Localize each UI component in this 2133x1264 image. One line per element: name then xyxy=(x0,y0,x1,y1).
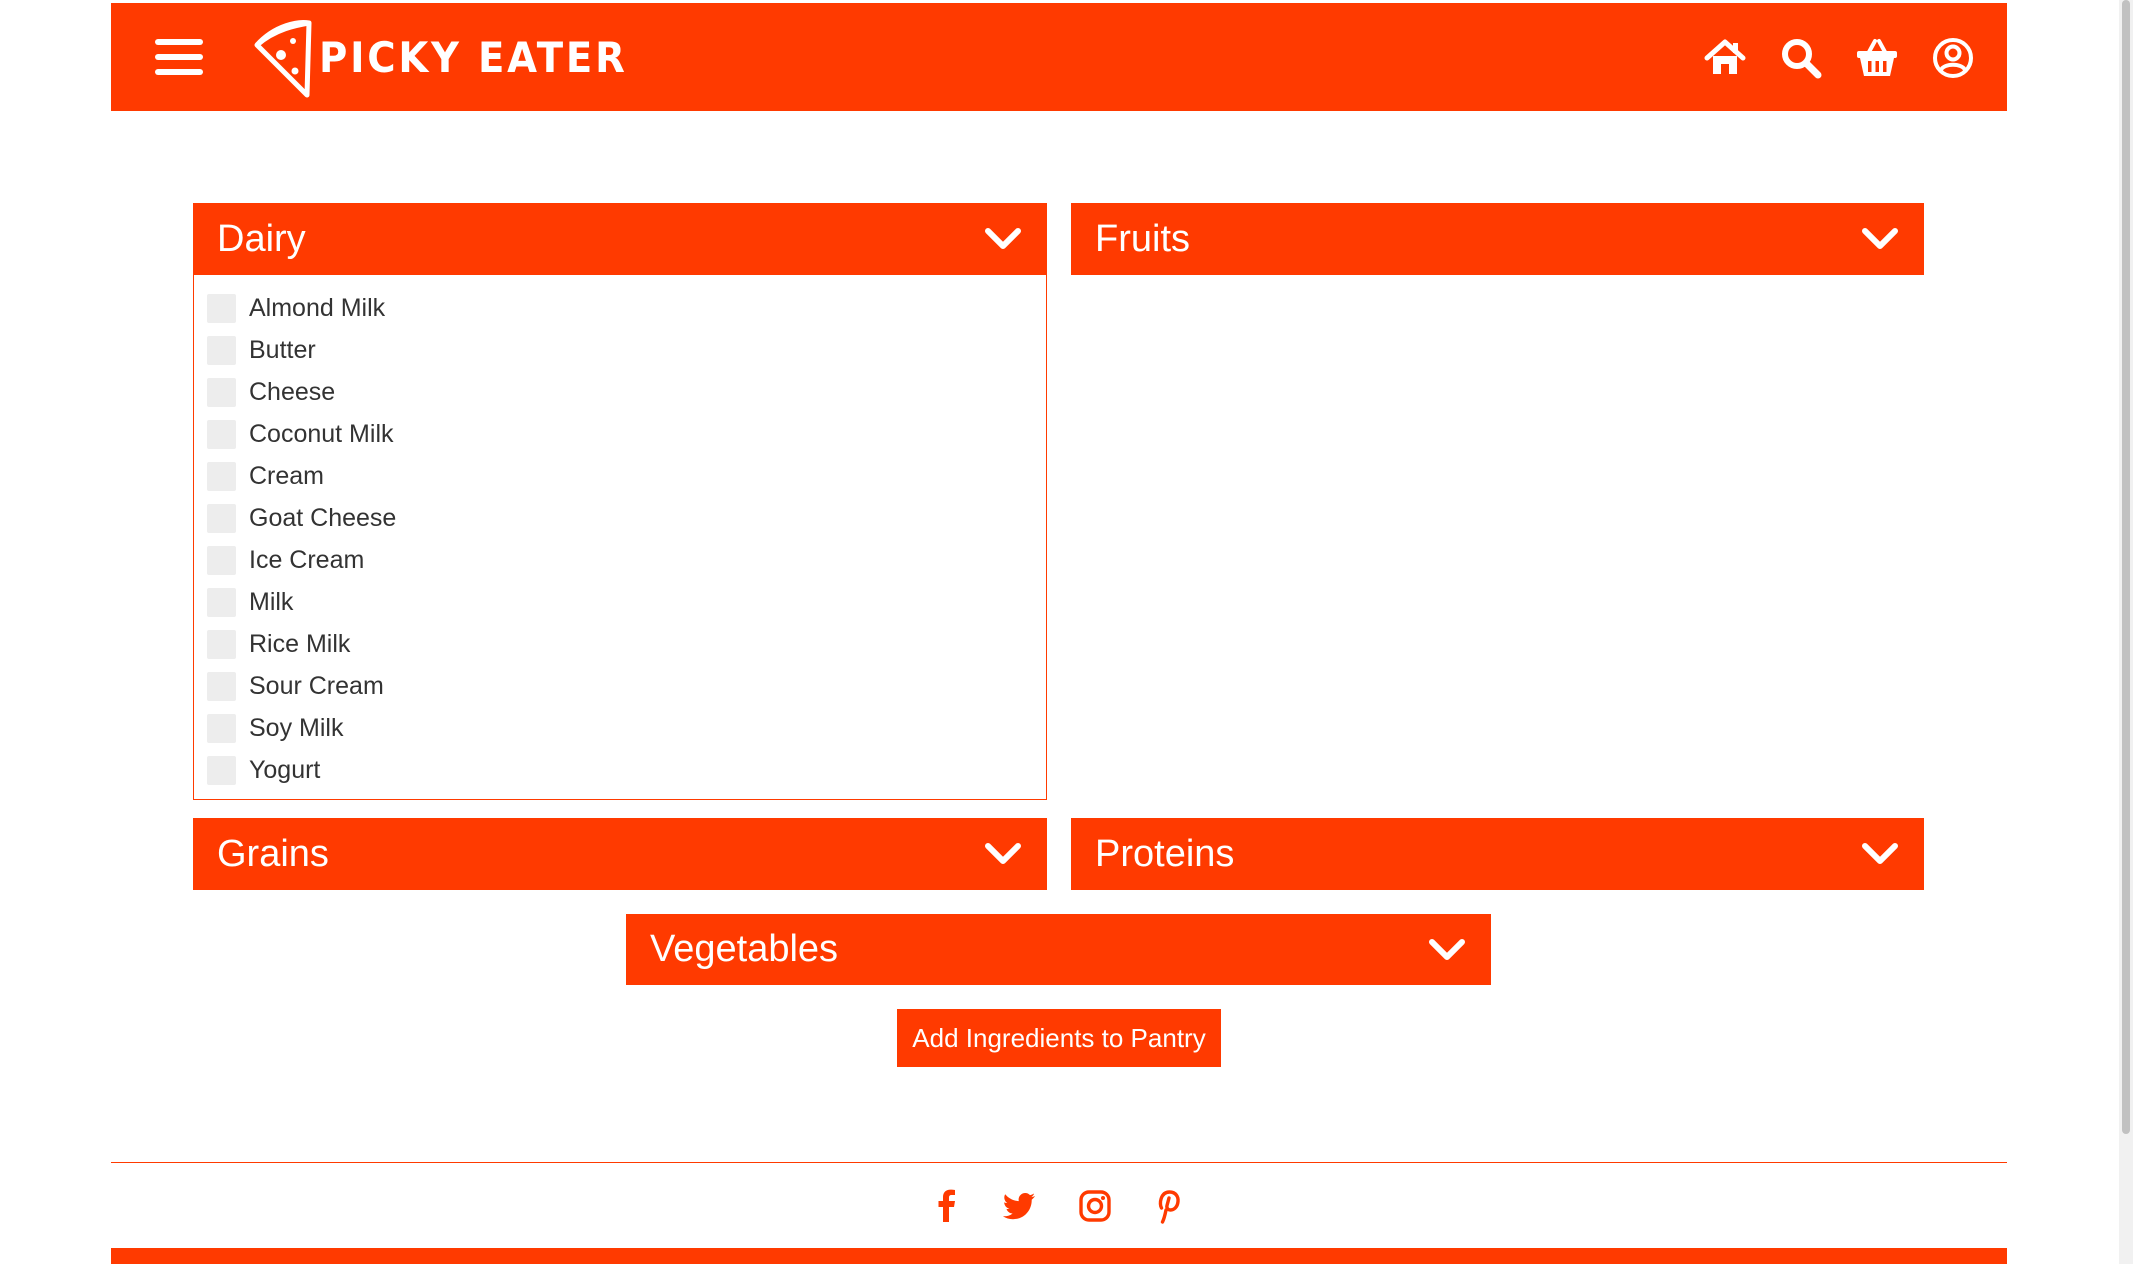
ingredient-option[interactable]: Rice Milk xyxy=(207,623,1046,665)
brand-name: PICKY EATER xyxy=(319,32,628,82)
chevron-down-icon xyxy=(983,840,1023,868)
ingredient-option[interactable]: Yogurt xyxy=(207,749,1046,791)
ingredient-label: Milk xyxy=(249,587,294,616)
ingredient-checkbox[interactable] xyxy=(207,629,236,659)
ingredient-checkbox[interactable] xyxy=(207,713,236,743)
vegetables-panel-title: Vegetables xyxy=(650,928,839,970)
ingredient-checkbox[interactable] xyxy=(207,671,236,701)
instagram-icon xyxy=(1079,1190,1111,1222)
twitter-link[interactable] xyxy=(1001,1188,1037,1224)
ingredient-checkbox[interactable] xyxy=(207,545,236,575)
dairy-panel-header[interactable]: Dairy xyxy=(193,203,1047,275)
ingredient-label: Cream xyxy=(249,461,325,490)
dairy-panel: Dairy Almond Milk Butter Cheese Coconut Mil… xyxy=(193,203,1047,800)
facebook-link[interactable] xyxy=(929,1188,965,1224)
ingredient-label: Goat Cheese xyxy=(249,503,397,532)
search-icon xyxy=(1782,39,1822,79)
menu-button[interactable] xyxy=(155,37,203,77)
ingredient-label: Ice Cream xyxy=(249,545,365,574)
basket-button[interactable] xyxy=(1855,36,1899,80)
grains-panel: Grains xyxy=(193,818,1047,890)
pinterest-link[interactable] xyxy=(1150,1188,1186,1224)
proteins-panel-header[interactable]: Proteins xyxy=(1071,818,1924,890)
chevron-down-icon xyxy=(983,225,1023,253)
proteins-panel-title: Proteins xyxy=(1095,832,1235,875)
grains-panel-title: Grains xyxy=(217,832,329,875)
chevron-down-icon xyxy=(1860,225,1900,253)
ingredient-checkbox[interactable] xyxy=(207,755,236,785)
ingredient-option[interactable]: Milk xyxy=(207,581,1046,623)
ingredient-option[interactable]: Almond Milk xyxy=(207,287,1046,329)
user-icon xyxy=(1933,38,1973,78)
chevron-down-icon xyxy=(1860,840,1900,868)
grains-panel-header[interactable]: Grains xyxy=(193,818,1047,890)
ingredient-checkbox[interactable] xyxy=(207,503,236,533)
footer-bar xyxy=(111,1248,2007,1264)
ingredient-option[interactable]: Butter xyxy=(207,329,1046,371)
ingredient-checkbox[interactable] xyxy=(207,377,236,407)
ingredient-option[interactable]: Cheese xyxy=(207,371,1046,413)
ingredient-label: Rice Milk xyxy=(249,629,351,658)
chevron-down-icon xyxy=(1427,936,1467,964)
add-to-pantry-button[interactable]: Add Ingredients to Pantry xyxy=(897,1009,1221,1067)
facebook-icon xyxy=(938,1189,955,1222)
dairy-panel-title: Dairy xyxy=(217,217,306,260)
ingredient-label: Almond Milk xyxy=(249,293,386,322)
ingredient-option[interactable]: Goat Cheese xyxy=(207,497,1046,539)
ingredient-option[interactable]: Cream xyxy=(207,455,1046,497)
menu-icon xyxy=(155,39,203,45)
ingredient-option[interactable]: Coconut Milk xyxy=(207,413,1046,455)
vegetables-panel: Vegetables xyxy=(626,914,1491,985)
ingredient-option[interactable]: Soy Milk xyxy=(207,707,1046,749)
ingredient-label: Soy Milk xyxy=(249,713,344,742)
brand-logo[interactable]: PICKY EATER xyxy=(247,15,654,99)
footer-divider xyxy=(111,1162,2007,1163)
pizza-slice-icon xyxy=(254,20,312,98)
ingredient-option[interactable]: Sour Cream xyxy=(207,665,1046,707)
ingredient-label: Butter xyxy=(249,335,316,364)
twitter-icon xyxy=(1002,1193,1035,1220)
fruits-panel: Fruits xyxy=(1071,203,1924,275)
ingredient-label: Cheese xyxy=(249,377,336,406)
ingredient-checkbox[interactable] xyxy=(207,335,236,365)
ingredient-checkbox[interactable] xyxy=(207,461,236,491)
ingredient-label: Coconut Milk xyxy=(249,419,394,448)
ingredient-label: Sour Cream xyxy=(249,671,384,700)
fruits-panel-title: Fruits xyxy=(1095,217,1190,260)
ingredient-checkbox[interactable] xyxy=(207,587,236,617)
vegetables-panel-header[interactable]: Vegetables xyxy=(626,914,1491,985)
ingredient-label: Yogurt xyxy=(249,755,321,784)
pinterest-icon xyxy=(1158,1190,1180,1224)
proteins-panel: Proteins xyxy=(1071,818,1924,890)
account-button[interactable] xyxy=(1931,36,1975,80)
ingredient-checkbox[interactable] xyxy=(207,419,236,449)
basket-icon xyxy=(1857,39,1897,76)
search-button[interactable] xyxy=(1779,36,1823,80)
ingredient-option[interactable]: Ice Cream xyxy=(207,539,1046,581)
fruits-panel-header[interactable]: Fruits xyxy=(1071,203,1924,275)
home-button[interactable] xyxy=(1703,36,1747,80)
instagram-link[interactable] xyxy=(1077,1188,1113,1224)
top-navbar: PICKY EATER xyxy=(111,3,2007,111)
ingredient-checkbox[interactable] xyxy=(207,293,236,323)
dairy-ingredient-list: Almond Milk Butter Cheese Coconut Milk Cream… xyxy=(193,275,1047,800)
home-icon xyxy=(1704,39,1746,74)
page-scrollbar-thumb[interactable] xyxy=(2122,0,2130,1134)
